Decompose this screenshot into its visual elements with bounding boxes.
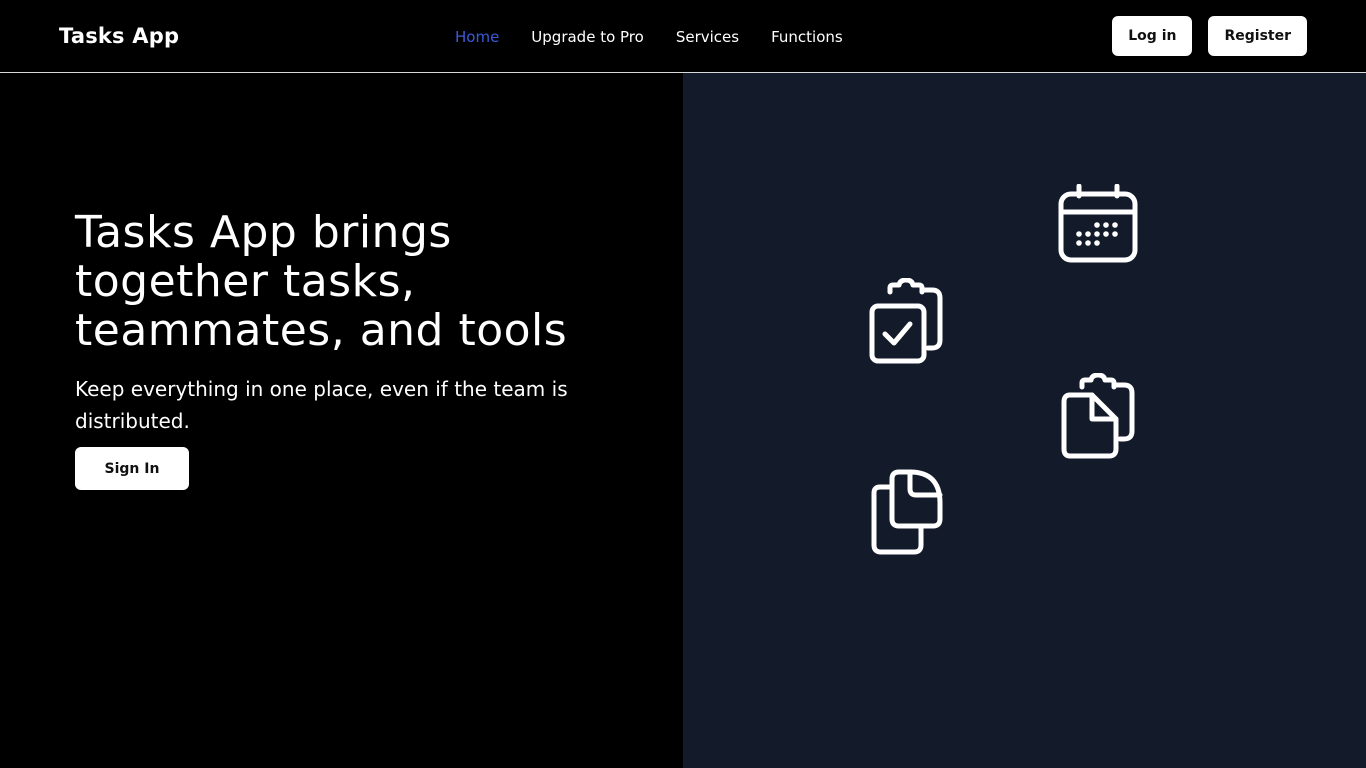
- hero-title: Tasks App brings together tasks, teammat…: [75, 207, 568, 356]
- auth-buttons: Log in Register: [1112, 16, 1307, 56]
- sign-in-button[interactable]: Sign In: [75, 447, 189, 490]
- register-button[interactable]: Register: [1208, 16, 1307, 56]
- nav-link-functions[interactable]: Functions: [771, 27, 843, 47]
- main-nav: Home Upgrade to Pro Services Functions: [455, 27, 875, 47]
- calendar-icon: [1058, 184, 1138, 272]
- documents-icon: [870, 469, 946, 557]
- login-button[interactable]: Log in: [1112, 16, 1193, 56]
- hero-illustration-panel: [683, 73, 1366, 768]
- clipboard-copy-icon: [1060, 373, 1136, 461]
- hero-subtitle: Keep everything in one place, even if th…: [75, 377, 568, 433]
- hero-left-panel: Tasks App brings together tasks, teammat…: [0, 73, 683, 768]
- top-navbar: Tasks App Home Upgrade to Pro Services F…: [0, 0, 1366, 73]
- nav-link-home[interactable]: Home: [455, 27, 499, 47]
- nav-link-upgrade[interactable]: Upgrade to Pro: [531, 27, 644, 47]
- clipboard-check-icon: [868, 278, 944, 366]
- brand-logo[interactable]: Tasks App: [59, 22, 179, 50]
- nav-link-services[interactable]: Services: [676, 27, 739, 47]
